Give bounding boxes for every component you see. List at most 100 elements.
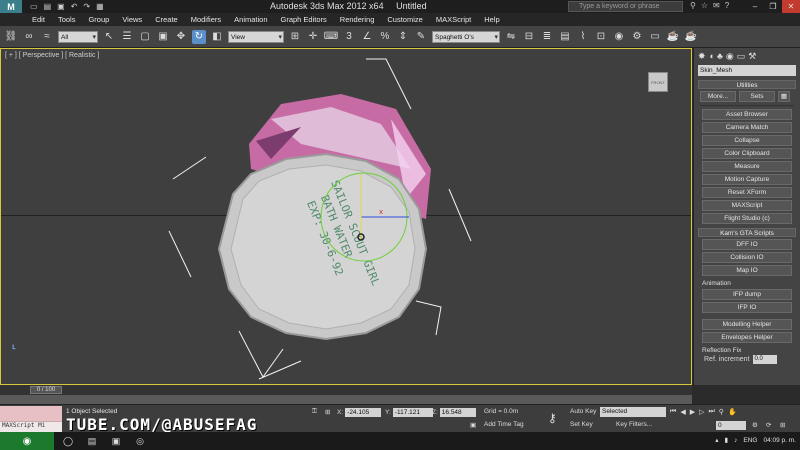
set-key-button[interactable]: Set Key <box>570 421 593 428</box>
add-time-tag-button[interactable]: Add Time Tag <box>484 421 524 428</box>
move-icon[interactable]: ✥ <box>174 30 188 44</box>
configure-sets-icon[interactable]: ▦ <box>778 91 790 102</box>
scale-icon[interactable]: ◧ <box>210 30 224 44</box>
graphite-tools-icon[interactable]: ▤ <box>558 30 572 44</box>
help-icon[interactable]: ? <box>725 1 729 10</box>
time-tag-icon[interactable]: ▣ <box>470 421 476 429</box>
menu-create[interactable]: Create <box>155 15 178 24</box>
reference-coordinate-dropdown[interactable]: View <box>228 30 284 44</box>
menu-rendering[interactable]: Rendering <box>340 15 375 24</box>
measure-button[interactable]: Measure <box>702 161 792 172</box>
hierarchy-tab-icon[interactable]: ♣ <box>717 51 723 61</box>
search-input[interactable]: Type a keyword or phrase <box>568 1 683 12</box>
auto-key-button[interactable]: Auto Key <box>570 408 596 415</box>
previous-frame-icon[interactable]: ◀ <box>680 408 685 416</box>
reset-xform-button[interactable]: Reset XForm <box>702 187 792 198</box>
flight-studio-button[interactable]: Flight Studio (c) <box>702 213 792 224</box>
track-bar[interactable] <box>0 395 692 404</box>
dff-io-button[interactable]: DFF IO <box>702 239 792 250</box>
undo-icon[interactable]: ↶ <box>71 2 78 11</box>
network-icon[interactable]: ▮ <box>725 436 729 444</box>
modelling-helper-button[interactable]: Modelling Helper <box>702 319 792 330</box>
schematic-view-icon[interactable]: ⊡ <box>594 30 608 44</box>
z-coordinate-input[interactable]: 16.548 <box>439 408 476 417</box>
perspective-viewport[interactable]: [ + ] [ Perspective ] [ Realistic ] SAIL… <box>0 48 692 385</box>
more-button[interactable]: More... <box>700 91 736 102</box>
display-tab-icon[interactable]: ▭ <box>737 51 746 61</box>
absolute-mode-icon[interactable]: ⊞ <box>325 408 330 416</box>
subscription-icon[interactable]: ☆ <box>701 1 708 10</box>
menu-views[interactable]: Views <box>122 15 142 24</box>
time-slider[interactable]: 0 / 100 <box>0 385 692 395</box>
sets-button[interactable]: Sets <box>739 91 775 102</box>
communication-icon[interactable]: ✉ <box>713 1 720 10</box>
time-slider-knob[interactable]: 0 / 100 <box>30 386 62 394</box>
minimize-button[interactable]: – <box>746 0 764 13</box>
key-filters-button[interactable]: Key Filters... <box>616 421 652 428</box>
utilities-tab-icon[interactable]: ⚒ <box>748 51 756 61</box>
start-button[interactable]: ◉ <box>0 432 54 450</box>
binoculars-icon[interactable]: ⚲ <box>690 1 696 10</box>
gta-scripts-rollout-header[interactable]: Kam's GTA Scripts <box>698 228 796 237</box>
render-setup-icon[interactable]: ⚙ <box>630 30 644 44</box>
rotate-icon[interactable]: ↻ <box>192 29 206 44</box>
unlink-icon[interactable]: ∞ <box>22 30 36 44</box>
motion-tab-icon[interactable]: ◉ <box>726 51 734 61</box>
menu-edit[interactable]: Edit <box>32 15 45 24</box>
rendered-frame-window-icon[interactable]: ▭ <box>648 30 662 44</box>
menu-group[interactable]: Group <box>88 15 109 24</box>
curve-editor-icon[interactable]: ⌇ <box>576 30 590 44</box>
orbit-icon[interactable]: ⟳ <box>766 421 771 429</box>
menu-customize[interactable]: Customize <box>387 15 422 24</box>
go-to-end-icon[interactable]: ⏭ <box>708 408 714 416</box>
collapse-button[interactable]: Collapse <box>702 135 792 146</box>
opera-icon[interactable]: ◯ <box>62 435 74 447</box>
save-icon[interactable]: ▣ <box>57 2 65 11</box>
camera-match-button[interactable]: Camera Match <box>702 122 792 133</box>
material-editor-icon[interactable]: ◉ <box>612 30 626 44</box>
ifp-io-button[interactable]: IFP IO <box>702 302 792 313</box>
scene-canvas[interactable]: SAILOR SCOUT GIRL BATH WATER EXP: 30-6-9… <box>1 49 691 384</box>
select-by-name-icon[interactable]: ☰ <box>120 30 134 44</box>
envelopes-helper-button[interactable]: Envelopes Helper <box>702 332 792 343</box>
angle-snap-icon[interactable]: ∠ <box>360 30 374 44</box>
play-icon[interactable]: ▶ <box>690 408 695 416</box>
lock-selection-icon[interactable]: ⚿ <box>312 408 317 416</box>
asset-browser-button[interactable]: Asset Browser <box>702 109 792 120</box>
new-file-icon[interactable]: ▭ <box>30 2 38 11</box>
pan-icon[interactable]: ✋ <box>728 408 737 416</box>
object-name-field[interactable]: Skin_Mesh <box>698 65 796 76</box>
maxscript-button[interactable]: MAXScript <box>702 200 792 211</box>
menu-animation[interactable]: Animation <box>234 15 267 24</box>
map-io-button[interactable]: Map IO <box>702 265 792 276</box>
modify-tab-icon[interactable]: ◖ <box>709 51 714 61</box>
go-to-start-icon[interactable]: ⏮ <box>670 408 676 416</box>
select-manipulate-icon[interactable]: ✛ <box>306 30 320 44</box>
selection-filter-dropdown[interactable]: All <box>58 30 98 44</box>
collision-io-button[interactable]: Collision IO <box>702 252 792 263</box>
time-configuration-icon[interactable]: ⚙ <box>752 421 758 429</box>
percent-snap-icon[interactable]: % <box>378 30 392 44</box>
maximize-button[interactable]: ❐ <box>764 0 782 13</box>
selection-region-icon[interactable]: ▢ <box>138 30 152 44</box>
x-coordinate-input[interactable]: -24.105 <box>345 408 382 417</box>
link-icon[interactable]: ⛓ <box>4 30 18 44</box>
select-object-icon[interactable]: ↖ <box>102 30 116 44</box>
language-indicator[interactable]: ENG <box>743 437 757 444</box>
next-frame-icon[interactable]: ▷ <box>699 408 704 416</box>
3dsmax-taskbar-icon[interactable]: ▣ <box>110 435 122 447</box>
motion-capture-button[interactable]: Motion Capture <box>702 174 792 185</box>
render-production-icon[interactable]: ☕ <box>666 30 680 44</box>
menu-modifiers[interactable]: Modifiers <box>191 15 221 24</box>
menu-graph-editors[interactable]: Graph Editors <box>281 15 327 24</box>
named-selection-dropdown[interactable]: Spaghetti O's <box>432 30 500 44</box>
maximize-viewport-icon[interactable]: ⊞ <box>780 421 785 429</box>
app-menu-button[interactable]: M <box>0 0 22 13</box>
file-explorer-icon[interactable]: ▤ <box>86 435 98 447</box>
redo-icon[interactable]: ↷ <box>83 2 90 11</box>
edit-named-selection-icon[interactable]: ✎ <box>414 30 428 44</box>
ref-increment-input[interactable]: 0.0 <box>752 355 777 364</box>
color-clipboard-button[interactable]: Color Clipboard <box>702 148 792 159</box>
ifp-dump-button[interactable]: IFP dump <box>702 289 792 300</box>
mirror-icon[interactable]: ⇋ <box>504 30 518 44</box>
